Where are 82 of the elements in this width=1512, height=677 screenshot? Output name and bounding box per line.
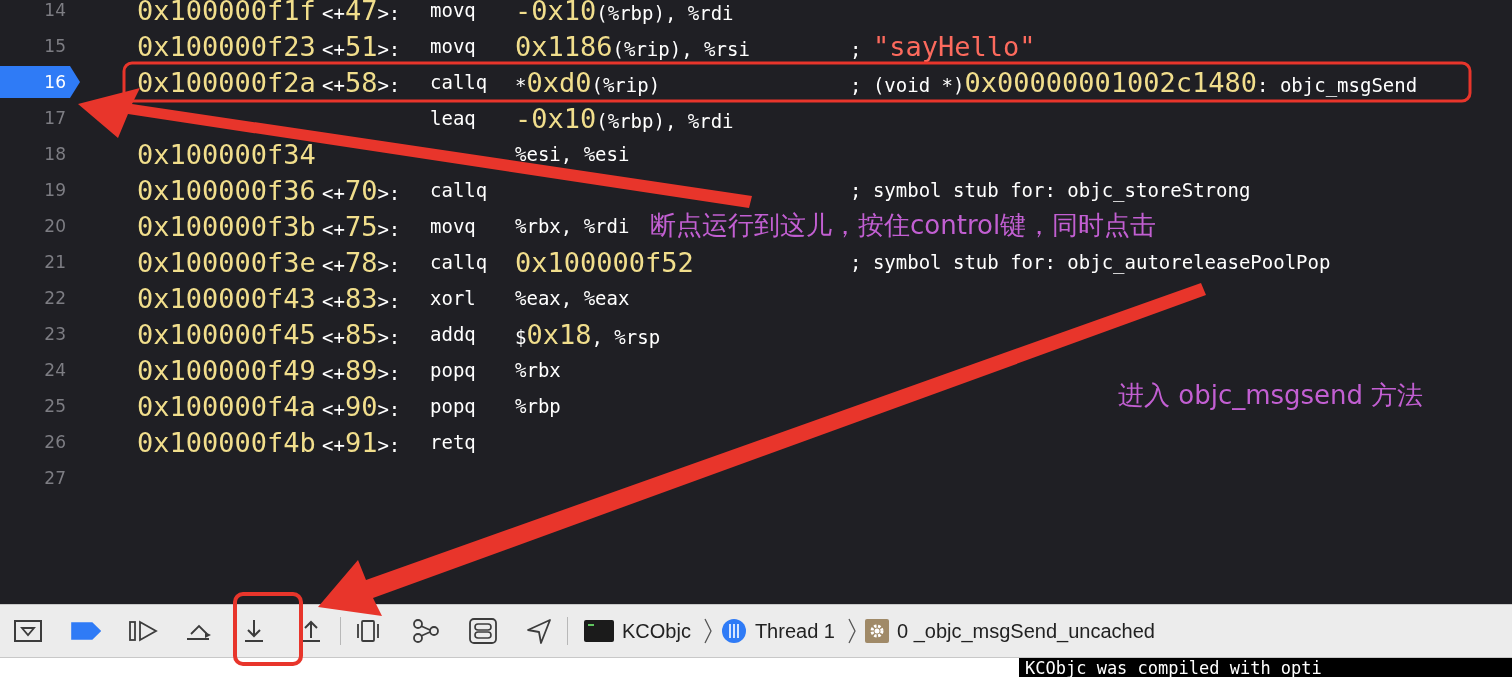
graph-icon[interactable] [412,618,440,644]
line-number: 14 [43,0,67,22]
gear-icon[interactable] [864,619,889,643]
instruction-operands: -0x10(%rbp), %rdi [515,0,734,26]
code-comment: ; symbol stub for: objc_storeStrong [850,179,1251,201]
step-into-icon[interactable] [242,618,266,644]
instruction-mnemonic: movq [430,215,477,237]
instruction-operands: *0xd0(%rip) [515,66,662,98]
instruction-mnemonic: callq [430,251,489,273]
line-number: 18 [43,143,67,166]
instruction-address: 0x100000f3e [137,246,317,278]
instruction-mnemonic: leaq [430,107,477,129]
instruction-operands: %rbp [515,395,561,417]
instruction-offset: <+78>: [322,246,402,278]
instruction-address: 0x100000f34 [137,138,317,170]
thread-icon[interactable] [720,618,747,644]
line-number: 26 [43,431,67,454]
terminal-icon[interactable] [584,620,614,642]
instruction-address: 0x100000f23 [137,30,317,62]
line-number: 25 [43,395,67,418]
code-comment: ; symbol stub for: objc_autoreleasePoolPop [850,251,1331,273]
instruction-operands: %esi, %esi [515,143,630,165]
chevron-icon [846,618,857,644]
layers-icon[interactable] [355,619,381,643]
instruction-address: 0x100000f4a [137,390,317,422]
instruction-offset: <+91>: [322,426,402,458]
instruction-offset: <+51>: [322,30,402,62]
instruction-offset: <+58>: [322,66,402,98]
line-number: 24 [43,359,67,382]
chevron-icon [702,618,713,644]
panel-toggle-icon[interactable] [14,620,42,642]
instruction-offset: <+70>: [322,174,402,206]
toggles-icon[interactable] [469,618,497,644]
instruction-address: 0x100000f43 [137,282,317,314]
breakpoint-icon[interactable] [71,622,101,640]
instruction-address: 0x100000f3b [137,210,317,242]
instruction-address: 0x100000f2a [137,66,317,98]
line-number: 23 [43,323,67,346]
instruction-mnemonic: movq [430,35,477,57]
instruction-mnemonic: popq [430,359,477,381]
location-icon[interactable] [526,618,552,644]
breadcrumb-item[interactable]: KCObjc [622,619,691,643]
instruction-mnemonic: callq [430,179,489,201]
code-comment: ; "sayHello" [850,30,1036,62]
instruction-mnemonic: movq [430,0,477,21]
instruction-mnemonic: callq [430,71,489,93]
instruction-offset: <+75>: [322,210,402,242]
line-number: 15 [43,35,67,58]
instruction-operands: 0x100000f52 [515,246,695,278]
continue-icon[interactable] [128,620,158,642]
instruction-operands: %rbx, %rdi [515,215,630,237]
instruction-offset: <+47>: [322,0,402,26]
annotation-text: 进入 objc_msgsend 方法 [1118,379,1424,412]
instruction-operands: -0x10(%rbp), %rdi [515,102,734,134]
line-number: 20 [43,215,67,238]
instruction-operands: %rbx [515,359,561,381]
instruction-offset: <+85>: [322,318,402,350]
line-number: 17 [43,107,67,130]
instruction-mnemonic: addq [430,323,477,345]
breadcrumb-item[interactable]: Thread 1 [754,619,835,643]
instruction-offset: <+90>: [322,390,402,422]
instruction-mnemonic: xorl [430,287,477,309]
instruction-operands: $0x18, %rsp [515,318,661,350]
console-output: KCObjc was compiled with opti [1019,658,1512,677]
breadcrumb-item[interactable]: 0 _objc_msgSend_uncached [896,619,1155,643]
instruction-operands: 0x1186(%rip), %rsi [515,30,751,62]
line-number: 27 [43,467,67,490]
instruction-address: 0x100000f45 [137,318,317,350]
instruction-offset: <+89>: [322,354,402,386]
instruction-mnemonic: retq [430,431,477,453]
line-number: 21 [43,251,67,274]
code-comment: ; (void *)0x00000001002c1480: objc_msgSend [850,66,1418,98]
instruction-address: 0x100000f36 [137,174,317,206]
line-number: 22 [43,287,67,310]
line-number: 19 [43,179,67,202]
instruction-address: 0x100000f49 [137,354,317,386]
instruction-operands: %eax, %eax [515,287,630,309]
instruction-address: 0x100000f4b [137,426,317,458]
line-number: 16 [0,66,80,98]
instruction-mnemonic: popq [430,395,477,417]
instruction-offset: <+83>: [322,282,402,314]
annotation-text: 断点运行到这儿，按住control键，同时点击 [650,209,1157,242]
